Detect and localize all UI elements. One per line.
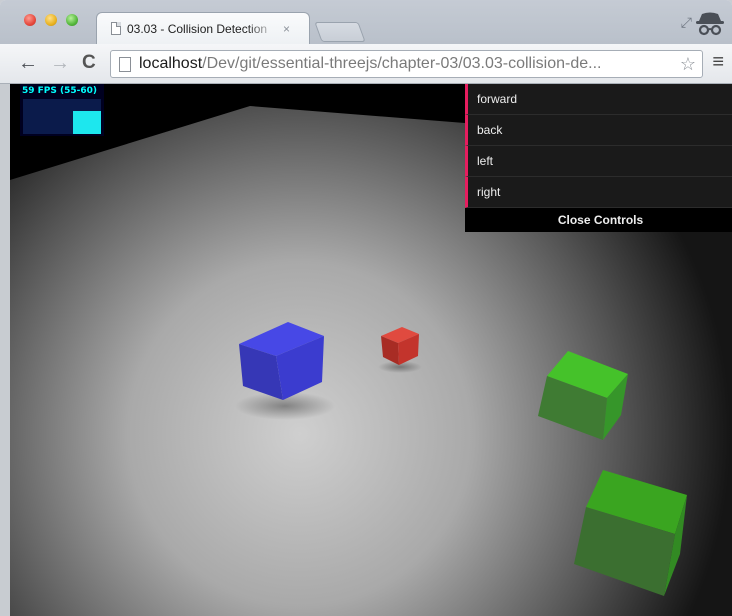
hamburger-menu-icon[interactable]: ≡ <box>712 51 724 74</box>
address-bar[interactable]: localhost/Dev/git/essential-threejs/chap… <box>110 50 703 78</box>
fps-meter[interactable]: 59 FPS (55-60) <box>20 84 104 136</box>
tab-strip: 03.03 - Collision Detection × ⤢ <box>0 0 732 44</box>
control-forward[interactable]: forward <box>465 84 732 115</box>
minimize-window-button[interactable] <box>45 14 57 26</box>
url-path: /Dev/git/essential-threejs/chapter-03/03… <box>202 55 602 72</box>
new-tab-button[interactable] <box>314 22 366 42</box>
control-left[interactable]: left <box>465 146 732 177</box>
bookmark-star-icon[interactable]: ☆ <box>680 54 696 75</box>
control-right[interactable]: right <box>465 177 732 208</box>
reload-icon[interactable]: C <box>82 52 96 74</box>
controls-panel: forward back left right Close Controls <box>465 84 732 232</box>
browser-window: 03.03 - Collision Detection × ⤢ ← → C lo… <box>0 0 732 616</box>
back-arrow-icon[interactable]: ← <box>18 52 38 74</box>
close-window-button[interactable] <box>24 14 36 26</box>
forward-arrow-icon[interactable]: → <box>50 52 70 74</box>
fps-readout: 59 FPS (55-60) <box>22 86 98 96</box>
webgl-viewport[interactable]: 59 FPS (55-60) forward back left right C… <box>0 84 732 616</box>
tab-title: 03.03 - Collision Detection <box>127 21 268 36</box>
page-icon <box>111 22 121 35</box>
url-text[interactable]: localhost/Dev/git/essential-threejs/chap… <box>139 55 601 73</box>
zoom-window-button[interactable] <box>66 14 78 26</box>
fps-graph-bar <box>73 111 101 134</box>
page-icon <box>119 57 131 72</box>
fullscreen-restore-icon[interactable]: ⤢ <box>681 14 692 31</box>
tab-close-icon[interactable]: × <box>283 22 290 36</box>
fps-graph <box>23 99 101 134</box>
control-back[interactable]: back <box>465 115 732 146</box>
close-controls-button[interactable]: Close Controls <box>465 208 732 232</box>
tab-active[interactable]: 03.03 - Collision Detection × <box>96 12 310 44</box>
url-host: localhost <box>139 55 203 72</box>
incognito-icon <box>696 12 724 36</box>
browser-toolbar: ← → C localhost/Dev/git/essential-threej… <box>0 44 732 84</box>
